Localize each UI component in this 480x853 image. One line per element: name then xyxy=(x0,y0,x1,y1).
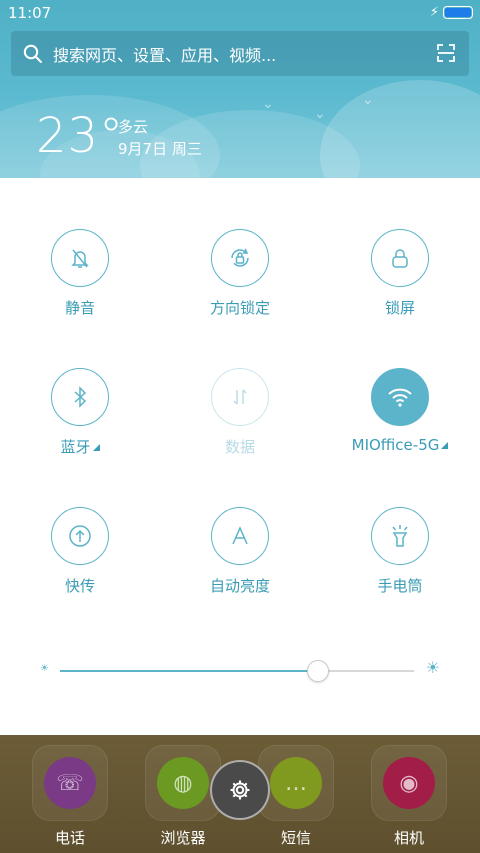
toggle-label: 自动亮度 xyxy=(209,577,270,595)
rotation-lock-button[interactable] xyxy=(211,229,269,287)
bird-decoration: ⌄ xyxy=(362,92,374,108)
cloud-decoration xyxy=(320,80,480,178)
battery-icon xyxy=(443,6,473,19)
flashlight-icon xyxy=(392,525,408,547)
toggle-label: 方向锁定 xyxy=(209,299,270,317)
lock-icon xyxy=(392,249,408,268)
status-icons: ⚡ xyxy=(430,5,473,20)
quick-transfer-icon xyxy=(69,525,91,547)
search-icon xyxy=(23,44,42,63)
toggle-lock-screen[interactable]: 锁屏 xyxy=(320,229,480,318)
toggle-wifi[interactable]: MIOffice-5G xyxy=(320,368,480,454)
brightness-track-fill xyxy=(60,670,319,672)
brightness-high-icon: ☀ xyxy=(425,658,440,677)
dock-app-phone[interactable]: ☏ 电话 xyxy=(25,745,115,848)
settings-button[interactable] xyxy=(210,760,270,820)
status-bar: 11:07 ⚡ xyxy=(0,0,480,26)
toggle-label: 数据 xyxy=(224,438,255,456)
search-bar[interactable]: 搜索网页、设置、应用、视频... xyxy=(11,31,469,76)
brightness-thumb[interactable] xyxy=(307,660,330,682)
toggle-mobile-data[interactable]: 数据 xyxy=(160,368,320,457)
mute-button[interactable] xyxy=(51,229,109,287)
search-placeholder: 搜索网页、设置、应用、视频... xyxy=(53,45,277,65)
weather-condition: 多云 xyxy=(118,118,149,136)
toggle-flashlight[interactable]: 手电筒 xyxy=(320,507,480,596)
charging-icon: ⚡ xyxy=(429,5,439,20)
brightness-low-icon: ☀ xyxy=(40,663,49,674)
bell-off-icon xyxy=(71,249,89,268)
bluetooth-button[interactable] xyxy=(51,368,109,426)
toggle-label: 锁屏 xyxy=(384,299,415,317)
scan-icon[interactable] xyxy=(437,44,455,62)
notification-header: ⌄ ⌄ ⌄ 11:07 ⚡ 搜索网页、设置、应用、视频... 23° 多云 9月… xyxy=(0,0,480,178)
dock-app-label: 相机 xyxy=(393,829,424,847)
data-arrows-icon xyxy=(233,389,247,405)
auto-brightness-icon xyxy=(232,526,248,545)
toggle-rotation-lock[interactable]: 方向锁定 xyxy=(160,229,320,318)
toggle-mute[interactable]: 静音 xyxy=(0,229,160,318)
bluetooth-icon xyxy=(74,386,87,408)
wifi-button[interactable] xyxy=(371,368,429,426)
toggle-label: 蓝牙 xyxy=(0,436,160,457)
menu-indicator-icon xyxy=(92,444,100,451)
toggle-auto-brightness[interactable]: 自动亮度 xyxy=(160,507,320,596)
toggle-label: 快传 xyxy=(64,577,95,595)
browser-icon: ◍ xyxy=(157,757,209,809)
dock-app-label: 浏览器 xyxy=(160,829,206,847)
toggle-bluetooth[interactable]: 蓝牙 xyxy=(0,368,160,457)
rotation-lock-icon xyxy=(231,248,249,267)
flashlight-button[interactable] xyxy=(371,507,429,565)
toggle-label: 静音 xyxy=(64,299,95,317)
brightness-track[interactable] xyxy=(60,660,414,682)
phone-icon: ☏ xyxy=(44,757,96,809)
message-icon: … xyxy=(270,757,322,809)
toggle-label: MIOffice-5G xyxy=(320,436,480,454)
toggle-quick-transfer[interactable]: 快传 xyxy=(0,507,160,596)
mobile-data-button[interactable] xyxy=(211,368,269,426)
auto-brightness-button[interactable] xyxy=(211,507,269,565)
temperature: 23° xyxy=(36,108,125,164)
status-time: 11:07 xyxy=(8,4,52,22)
menu-indicator-icon xyxy=(441,442,449,449)
weather-date: 9月7日 周三 xyxy=(118,140,202,158)
brightness-slider[interactable]: ☀ ☀ xyxy=(40,656,440,686)
gear-icon xyxy=(230,780,250,800)
bird-decoration: ⌄ xyxy=(314,106,326,122)
bird-decoration: ⌄ xyxy=(262,96,274,112)
dock-app-label: 电话 xyxy=(54,829,85,847)
toggle-label: 手电筒 xyxy=(377,577,423,595)
camera-icon: ◉ xyxy=(383,757,435,809)
lock-screen-button[interactable] xyxy=(371,229,429,287)
quick-transfer-button[interactable] xyxy=(51,507,109,565)
wifi-icon xyxy=(388,388,412,407)
dock-app-camera[interactable]: ◉ 相机 xyxy=(364,745,454,848)
dock-app-label: 短信 xyxy=(280,829,311,847)
